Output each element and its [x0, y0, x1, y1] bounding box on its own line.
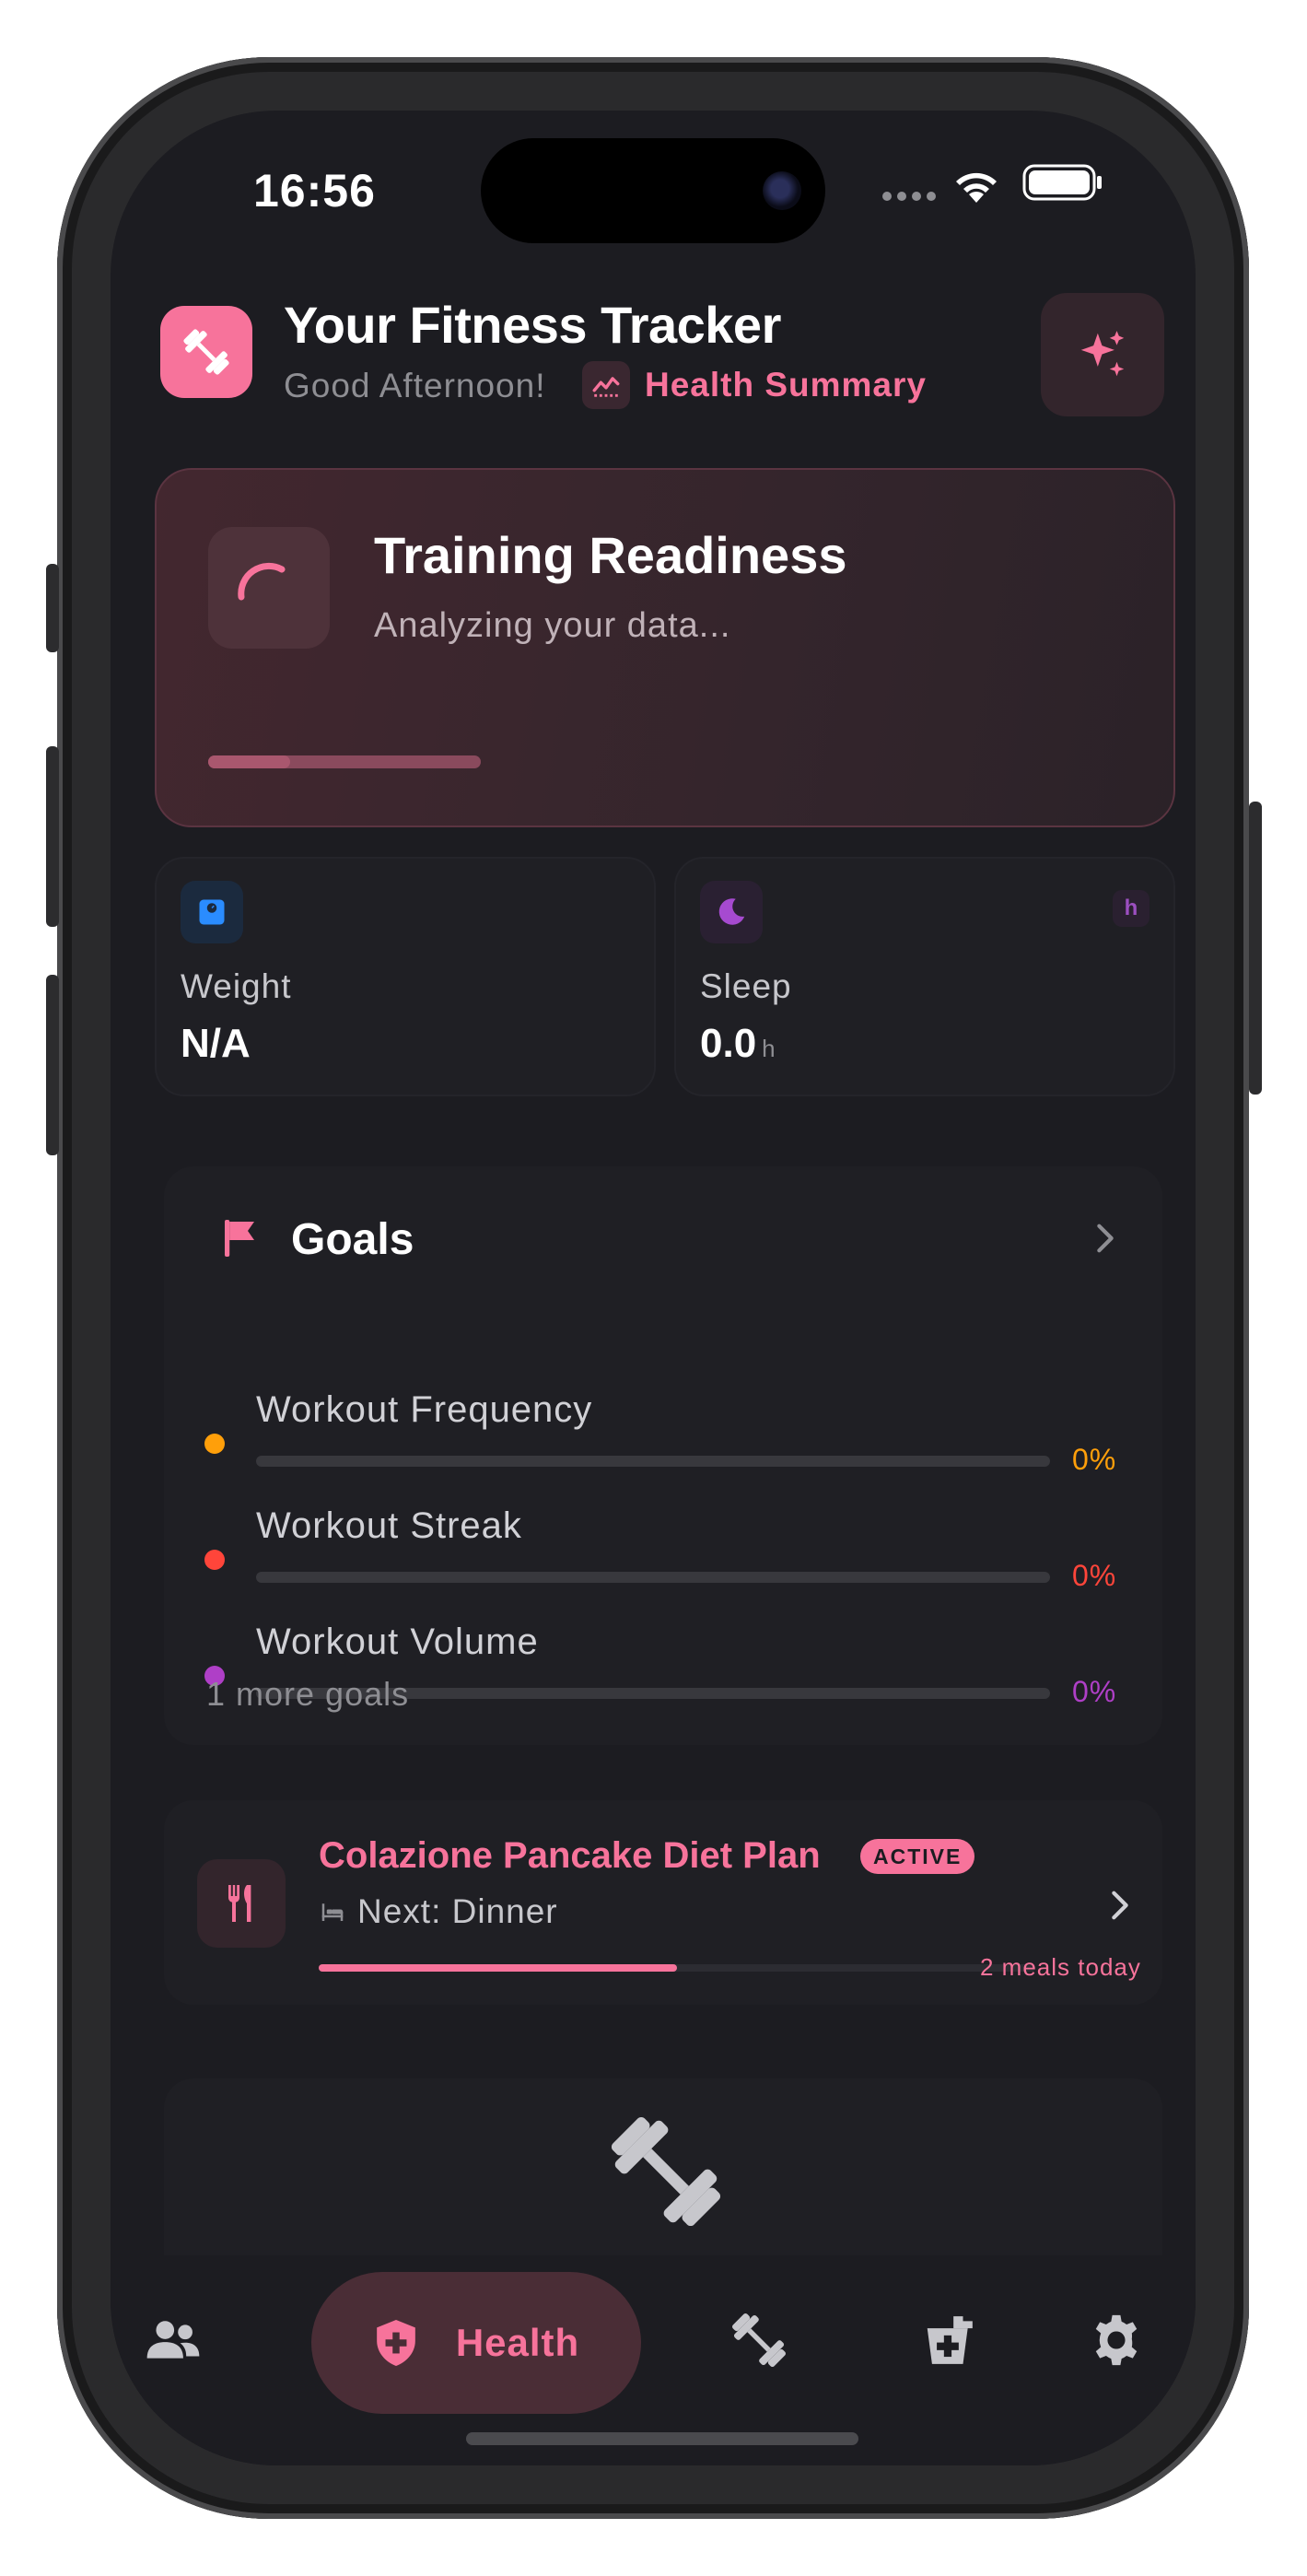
power-button — [1249, 802, 1262, 1095]
dumbbell-icon — [731, 2313, 787, 2368]
goal-percent: 0% — [1072, 1675, 1117, 1708]
chevron-right-icon[interactable] — [1087, 1218, 1124, 1259]
app-screen: 16:56 Your Fitness Tracker Good Afternoo… — [111, 111, 1196, 2465]
readiness-title: Training Readiness — [374, 526, 847, 584]
goal-progress-bar — [256, 1572, 1050, 1583]
goal-name: Workout Streak — [256, 1505, 522, 1546]
meals-today-text: 2 meals today — [980, 1953, 1141, 1981]
health-shield-icon — [376, 2320, 415, 2366]
fork-knife-icon — [197, 1859, 286, 1948]
workouts-card[interactable] — [164, 2078, 1162, 2263]
app-title: Your Fitness Tracker — [284, 296, 781, 354]
moon-icon — [700, 881, 763, 943]
battery-icon — [1022, 164, 1102, 201]
tab-people[interactable] — [133, 2294, 214, 2386]
goal-name: Workout Frequency — [256, 1389, 593, 1430]
active-badge: ACTIVE — [860, 1839, 975, 1874]
tab-medicine[interactable] — [901, 2292, 997, 2388]
wifi-icon — [956, 172, 997, 203]
greeting-text: Good Afternoon! — [284, 367, 546, 404]
flag-icon — [225, 1220, 254, 1257]
readiness-progress-bar — [208, 755, 481, 768]
sleep-label: Sleep — [700, 967, 792, 1005]
action-button — [46, 564, 59, 652]
status-time: 16:56 — [253, 165, 376, 217]
diet-plan-title: Colazione Pancake Diet Plan — [319, 1835, 821, 1876]
dumbbell-icon — [611, 2116, 721, 2227]
readiness-subtitle: Analyzing your data... — [374, 606, 731, 645]
trend-chart-icon — [582, 361, 630, 409]
chevron-right-icon[interactable] — [1102, 1885, 1138, 1926]
tab-workouts[interactable] — [711, 2292, 807, 2388]
sleep-value-row: 0.0 h — [700, 1021, 776, 1067]
camera-icon — [763, 171, 801, 210]
diet-progress-fill — [319, 1964, 677, 1972]
health-summary-link[interactable]: Health Summary — [582, 361, 927, 409]
dynamic-island — [481, 138, 825, 243]
volume-down-button — [46, 975, 59, 1155]
readiness-progress-fill — [208, 755, 290, 768]
sleep-value: 0.0 — [700, 1021, 757, 1066]
goal-name: Workout Volume — [256, 1622, 539, 1662]
weight-value: N/A — [181, 1021, 251, 1066]
gear-icon — [1095, 2314, 1138, 2366]
next-meal-text: Next: Dinner — [357, 1892, 558, 1930]
goal-percent: 0% — [1072, 1443, 1117, 1476]
goal-percent: 0% — [1072, 1559, 1117, 1592]
training-readiness-card[interactable]: Training Readiness Analyzing your data..… — [155, 468, 1175, 827]
loading-spinner-icon — [208, 527, 330, 649]
goal-progress-bar — [256, 1456, 1050, 1467]
cellular-signal-icon — [882, 192, 936, 201]
sparkle-icon — [1080, 331, 1125, 377]
medicine-icon — [927, 2316, 973, 2364]
next-meal-row: Next: Dinner — [319, 1892, 558, 1931]
tab-health-label: Health — [455, 2321, 580, 2364]
people-icon — [146, 2321, 200, 2359]
goals-card[interactable]: Goals Workout Frequency 0% Workout Strea… — [164, 1166, 1162, 1745]
diet-progress-bar — [319, 1964, 1035, 1972]
dumbbell-icon — [183, 329, 229, 375]
more-goals-link[interactable]: 1 more goals — [206, 1675, 409, 1714]
tab-settings[interactable] — [1068, 2292, 1164, 2388]
ai-assistant-button[interactable] — [1041, 293, 1164, 416]
health-summary-label: Health Summary — [645, 366, 927, 404]
home-indicator — [466, 2432, 858, 2445]
sleep-card[interactable]: h Sleep 0.0 h — [674, 857, 1175, 1096]
goal-dot — [204, 1434, 225, 1454]
weight-label: Weight — [181, 967, 292, 1005]
bed-icon — [321, 1903, 344, 1921]
goal-item-workout-frequency[interactable]: Workout Frequency 0% — [164, 1389, 1162, 1491]
sleep-unit: h — [762, 1035, 776, 1062]
tab-health[interactable]: Health — [311, 2272, 641, 2414]
diet-plan-card[interactable]: Colazione Pancake Diet Plan ACTIVE Next:… — [164, 1800, 1162, 2005]
goal-dot — [204, 1550, 225, 1570]
goals-title: Goals — [291, 1215, 414, 1264]
app-logo — [160, 306, 252, 398]
weight-card[interactable]: Weight N/A — [155, 857, 656, 1096]
sleep-unit-badge: h — [1113, 890, 1149, 927]
volume-up-button — [46, 746, 59, 927]
scale-icon — [181, 881, 243, 943]
goal-item-workout-streak[interactable]: Workout Streak 0% — [164, 1505, 1162, 1607]
